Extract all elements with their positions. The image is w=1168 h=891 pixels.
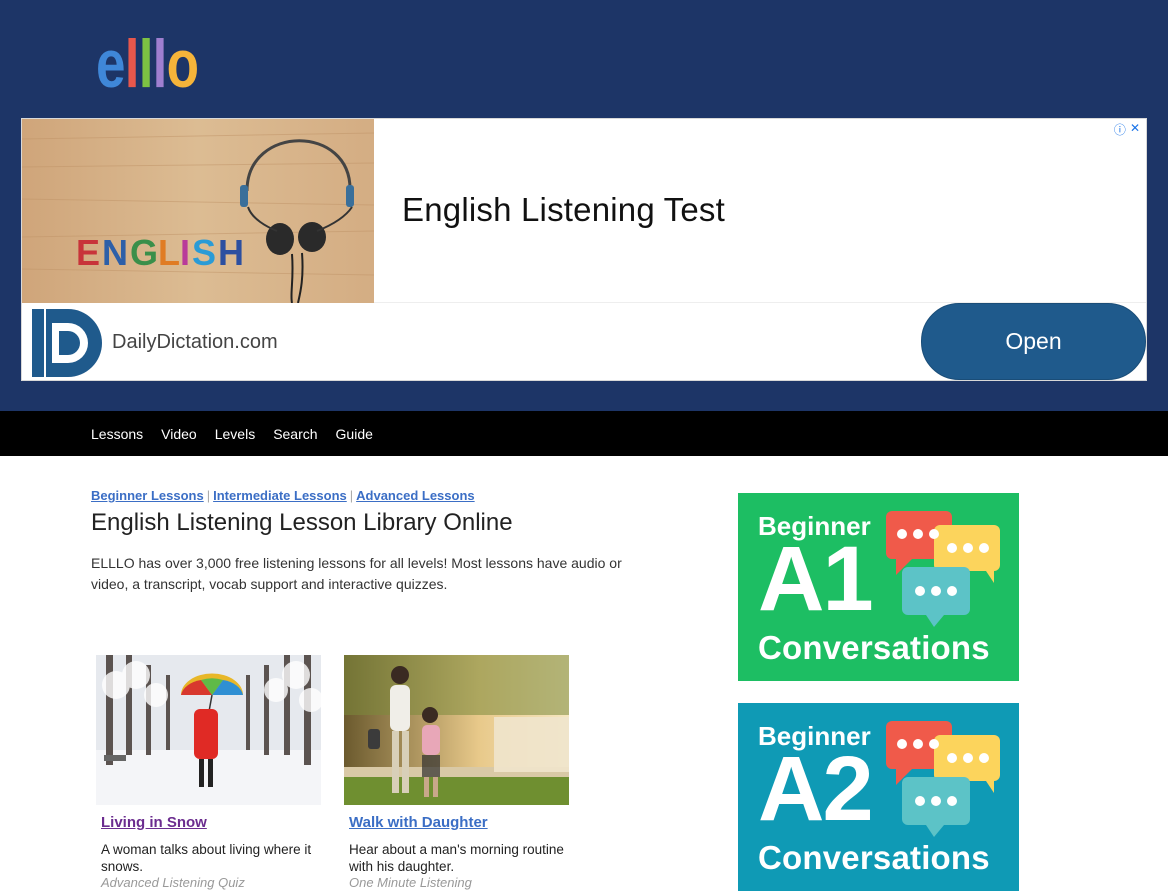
- lesson-thumbnail[interactable]: [344, 655, 569, 805]
- nav-item-lessons[interactable]: Lessons: [91, 426, 143, 442]
- ad-choices[interactable]: ⓘ ✕: [1114, 121, 1140, 138]
- advertisement[interactable]: E N G L I S H ⓘ ✕ English Listening Test: [21, 118, 1147, 381]
- lesson-card: Walk with Daughter Hear about a man's mo…: [344, 655, 569, 891]
- logo-letter: l: [152, 26, 168, 102]
- intermediate-lessons-link[interactable]: Intermediate Lessons: [213, 488, 347, 503]
- ello-logo[interactable]: e l l l o: [96, 26, 199, 102]
- banner-title: Conversations: [758, 839, 990, 876]
- lesson-category[interactable]: One Minute Listening: [349, 875, 569, 891]
- svg-text:N: N: [102, 232, 128, 273]
- ad-headline[interactable]: English Listening Test: [402, 191, 725, 229]
- svg-text:G: G: [130, 232, 158, 273]
- banner-level-code: A2: [758, 738, 874, 840]
- lesson-card: Living in Snow A woman talks about livin…: [96, 655, 321, 891]
- lesson-description: Hear about a man's morning routine with …: [349, 842, 564, 874]
- lesson-category[interactable]: Advanced Listening Quiz: [101, 875, 321, 891]
- banner-title: Conversations: [758, 629, 990, 666]
- advanced-lessons-link[interactable]: Advanced Lessons: [356, 488, 475, 503]
- logo-letter: o: [166, 26, 199, 102]
- lesson-thumbnail[interactable]: [96, 655, 321, 805]
- separator: |: [349, 488, 354, 503]
- svg-text:L: L: [158, 232, 180, 273]
- logo-letter: e: [96, 26, 126, 102]
- nav-item-video[interactable]: Video: [161, 426, 197, 442]
- lesson-description: A woman talks about living where it snow…: [101, 842, 312, 874]
- ad-domain[interactable]: DailyDictation.com: [112, 331, 278, 354]
- nav-item-search[interactable]: Search: [273, 426, 317, 442]
- page-title: English Listening Lesson Library Online: [91, 509, 513, 536]
- svg-text:H: H: [218, 232, 244, 273]
- svg-text:E: E: [76, 232, 100, 273]
- main-nav: Lessons Video Levels Search Guide: [0, 411, 1168, 456]
- level-links: Beginner Lessons | Intermediate Lessons | Ad…: [91, 488, 475, 503]
- nav-item-guide[interactable]: Guide: [336, 426, 373, 442]
- banner-a2-conversations[interactable]: Beginner A2 Conversations: [738, 703, 1019, 891]
- banner-level-code: A1: [758, 528, 874, 630]
- lesson-title-link[interactable]: Walk with Daughter: [349, 814, 569, 831]
- open-button[interactable]: Open: [921, 303, 1146, 380]
- logo-letter: l: [124, 26, 140, 102]
- close-icon[interactable]: ✕: [1130, 121, 1140, 138]
- svg-text:I: I: [180, 232, 190, 273]
- dailydictation-logo-icon: [32, 309, 102, 377]
- ad-image[interactable]: E N G L I S H: [22, 119, 374, 303]
- intro-text: ELLLO has over 3,000 free listening less…: [91, 555, 622, 592]
- site-header: e l l l o E N G L I S H ⓘ ✕ English List…: [0, 0, 1168, 411]
- separator: |: [206, 488, 211, 503]
- logo-letter: l: [138, 26, 154, 102]
- lesson-title-link[interactable]: Living in Snow: [101, 814, 321, 831]
- svg-text:S: S: [192, 232, 216, 273]
- nav-item-levels[interactable]: Levels: [215, 426, 255, 442]
- beginner-lessons-link[interactable]: Beginner Lessons: [91, 488, 204, 503]
- banner-a1-conversations[interactable]: Beginner A1 Conversations: [738, 493, 1019, 681]
- info-icon[interactable]: ⓘ: [1114, 121, 1126, 138]
- ad-footer: DailyDictation.com Open: [22, 303, 1146, 380]
